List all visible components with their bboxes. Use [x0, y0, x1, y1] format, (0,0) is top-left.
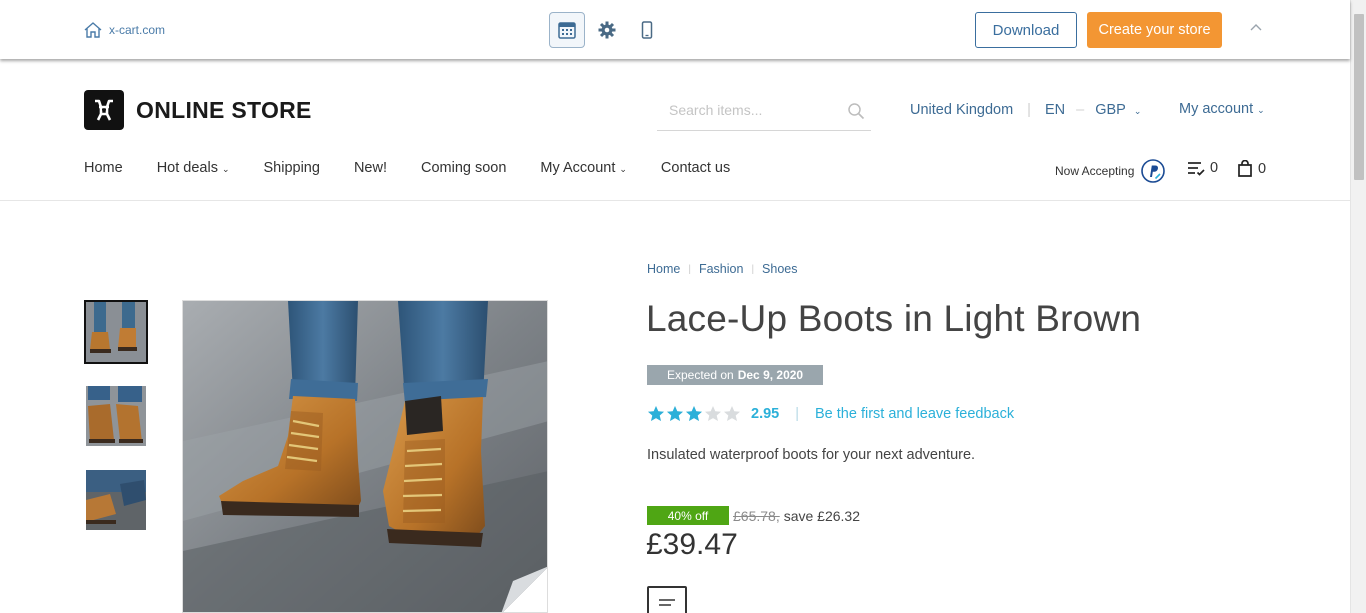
calendar-view-button[interactable] — [549, 12, 585, 48]
gear-icon — [598, 21, 616, 39]
mobile-view-button[interactable] — [629, 12, 665, 48]
account-label: My account — [1179, 101, 1254, 117]
calendar-icon — [558, 22, 576, 39]
language-selector[interactable]: EN — [1045, 102, 1065, 118]
settings-button[interactable] — [589, 12, 625, 48]
star-icon — [686, 406, 702, 421]
nav-new[interactable]: New! — [354, 160, 387, 176]
savings-text: save £26.32 — [783, 507, 861, 524]
product-main-image[interactable] — [182, 300, 548, 613]
star-icon — [667, 406, 683, 421]
compare-count: 0 — [1210, 160, 1219, 176]
payment-badge: Now Accepting — [1055, 158, 1166, 184]
chevron-up-icon[interactable] — [1246, 18, 1266, 38]
country-selector[interactable]: United Kingdom — [910, 102, 1013, 118]
star-icon — [724, 406, 740, 421]
page-scrollbar[interactable] — [1350, 0, 1366, 613]
currency-label: GBP — [1095, 102, 1126, 118]
search-box — [657, 92, 871, 131]
expected-label: Expected on — [667, 368, 734, 382]
breadcrumb: Home | Fashion | Shoes — [647, 262, 798, 276]
logo-text: ONLINE STORE — [136, 96, 312, 123]
product-thumbnail-2[interactable] — [86, 386, 146, 446]
rating-value: 2.95 — [751, 406, 780, 422]
main-nav: Home Hot deals ⌄ Shipping New! Coming soo… — [84, 160, 764, 176]
create-store-button[interactable]: Create your store — [1087, 12, 1222, 48]
shopping-bag-icon — [1238, 160, 1252, 177]
search-input[interactable] — [657, 92, 837, 128]
search-icon[interactable] — [847, 102, 865, 120]
now-accepting-label: Now Accepting — [1055, 164, 1135, 178]
discount-row: 40% off £65.78, save £26.32 — [647, 506, 860, 525]
expected-date: Dec 9, 2020 — [737, 368, 804, 382]
site-home-link[interactable]: x-cart.com — [83, 20, 165, 40]
download-button[interactable]: Download — [975, 12, 1077, 48]
locale-selector: United Kingdom | EN – GBP ⌄ — [910, 102, 1141, 118]
store-logo[interactable]: ONLINE STORE — [84, 90, 312, 130]
nav-contact-us[interactable]: Contact us — [661, 160, 730, 176]
breadcrumb-fashion[interactable]: Fashion — [699, 262, 743, 276]
nav-shipping[interactable]: Shipping — [264, 160, 320, 176]
chevron-down-icon: ⌄ — [1257, 105, 1265, 115]
old-price: £65.78, — [733, 507, 780, 524]
product-thumbnail-3[interactable] — [86, 470, 146, 530]
locale-dash: – — [1076, 102, 1085, 118]
currency-selector[interactable]: GBP ⌄ — [1095, 102, 1141, 118]
site-link-label: x-cart.com — [109, 23, 166, 37]
rating-stars — [647, 405, 741, 423]
add-to-compare-button[interactable] — [647, 586, 687, 613]
scrollbar-thumb[interactable] — [1354, 14, 1364, 180]
star-icon — [648, 406, 664, 421]
nav-hot-deals-label: Hot deals — [156, 160, 218, 176]
product-thumbnail-1[interactable] — [84, 300, 148, 364]
cart-button[interactable]: 0 — [1237, 160, 1266, 177]
home-icon — [84, 22, 102, 38]
nav-coming-soon[interactable]: Coming soon — [421, 160, 506, 176]
product-description: Insulated waterproof boots for your next… — [647, 447, 976, 463]
compare-list-button[interactable]: 0 — [1187, 160, 1218, 176]
breadcrumb-separator: | — [751, 263, 755, 275]
discount-badge: 40% off — [647, 506, 729, 525]
mobile-phone-icon — [641, 21, 653, 39]
demo-toolbar: x-cart.com Download Create your store — [0, 0, 1350, 59]
cart-logo-icon — [84, 90, 124, 130]
nav-home[interactable]: Home — [84, 160, 123, 176]
star-icon — [705, 406, 721, 421]
header-divider — [0, 200, 1350, 201]
chevron-down-icon: ⌄ — [1133, 106, 1142, 116]
cart-count: 0 — [1258, 160, 1267, 177]
chevron-down-icon: ⌄ — [221, 164, 230, 174]
breadcrumb-separator: | — [688, 263, 691, 275]
product-price: £39.47 — [646, 528, 738, 561]
breadcrumb-shoes[interactable]: Shoes — [762, 262, 797, 276]
my-account-menu[interactable]: My account ⌄ — [1179, 101, 1265, 117]
nav-my-account[interactable]: My Account ⌄ — [540, 160, 627, 176]
product-title: Lace-Up Boots in Light Brown — [646, 298, 1142, 339]
leave-feedback-link[interactable]: Be the first and leave feedback — [815, 406, 1014, 422]
rating-divider: | — [795, 406, 800, 422]
breadcrumb-home[interactable]: Home — [647, 262, 680, 276]
view-toolbar — [549, 12, 669, 48]
nav-my-account-label: My Account — [540, 160, 616, 176]
nav-hot-deals[interactable]: Hot deals ⌄ — [157, 160, 230, 176]
availability-badge: Expected on Dec 9, 2020 — [647, 365, 824, 385]
product-rating: 2.95 | Be the first and leave feedback — [647, 405, 1014, 423]
locale-divider: | — [1027, 102, 1031, 118]
chevron-down-icon: ⌄ — [619, 164, 627, 174]
compare-list-icon — [659, 599, 675, 606]
paypal-icon — [1141, 159, 1166, 183]
compare-list-icon — [1188, 162, 1205, 176]
